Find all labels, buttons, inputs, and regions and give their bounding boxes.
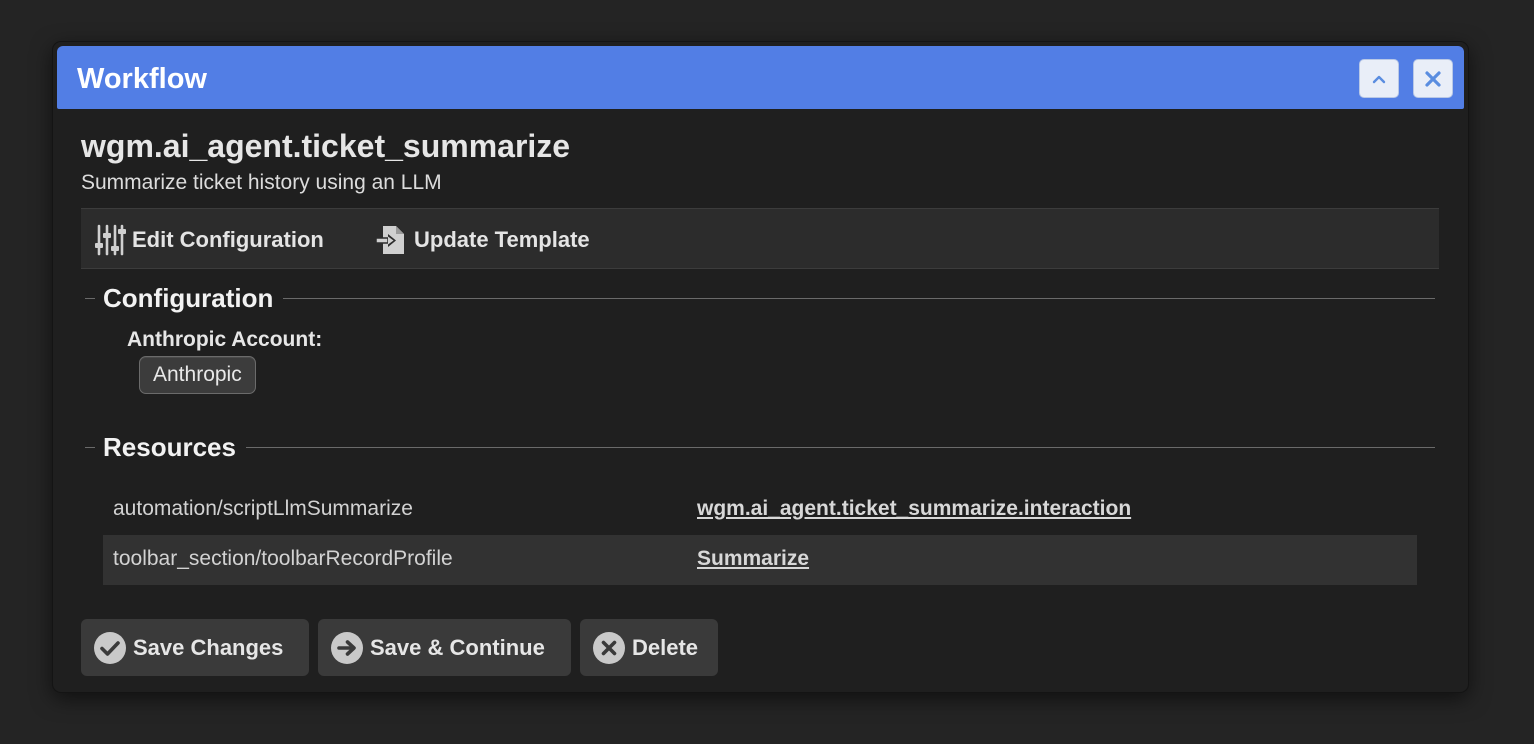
resource-link[interactable]: Summarize — [697, 547, 809, 571]
chevron-up-icon — [1372, 75, 1386, 83]
table-row: toolbar_section/toolbarRecordProfile Sum… — [103, 535, 1417, 585]
resources-divider — [85, 447, 1435, 448]
table-row: automation/scriptLlmSummarize wgm.ai_age… — [103, 485, 1417, 535]
resources-heading: Resources — [95, 432, 246, 463]
anthropic-account-label: Anthropic Account: — [127, 328, 323, 351]
resource-key: toolbar_section/toolbarRecordProfile — [113, 547, 453, 570]
workflow-dialog: Workflow wgm.ai_agent.ticket_summarize S… — [53, 42, 1468, 692]
save-changes-button[interactable]: Save Changes — [81, 619, 309, 676]
configuration-heading: Configuration — [95, 283, 284, 314]
workflow-description: Summarize ticket history using an LLM — [81, 171, 442, 194]
edit-configuration-label: Edit Configuration — [132, 227, 324, 252]
collapse-button[interactable] — [1359, 59, 1399, 98]
update-template-label: Update Template — [414, 227, 590, 252]
save-changes-label: Save Changes — [133, 634, 284, 660]
close-icon — [1425, 70, 1441, 87]
save-continue-label: Save & Continue — [370, 634, 545, 660]
edit-configuration-button[interactable]: Edit Configuration — [94, 223, 324, 257]
save-continue-button[interactable]: Save & Continue — [318, 619, 571, 676]
close-circle-icon — [593, 631, 625, 664]
configuration-divider — [85, 298, 1435, 299]
update-template-button[interactable]: Update Template — [374, 223, 590, 257]
resource-link[interactable]: wgm.ai_agent.ticket_summarize.interactio… — [697, 497, 1131, 521]
dialog-titlebar[interactable]: Workflow — [57, 46, 1464, 109]
sliders-icon — [95, 224, 126, 256]
delete-button[interactable]: Delete — [580, 619, 718, 676]
check-circle-icon — [94, 631, 126, 664]
close-button[interactable] — [1413, 59, 1453, 98]
arrow-circle-icon — [331, 631, 363, 664]
delete-label: Delete — [632, 634, 699, 660]
import-file-icon — [375, 226, 404, 254]
resource-key: automation/scriptLlmSummarize — [113, 497, 413, 520]
workflow-name: wgm.ai_agent.ticket_summarize — [81, 128, 571, 164]
dialog-title: Workflow — [77, 63, 207, 95]
resources-table: automation/scriptLlmSummarize wgm.ai_age… — [103, 485, 1417, 585]
workflow-toolbar: Edit Configuration Update Template — [81, 208, 1439, 269]
anthropic-account-chip[interactable]: Anthropic — [139, 356, 256, 394]
